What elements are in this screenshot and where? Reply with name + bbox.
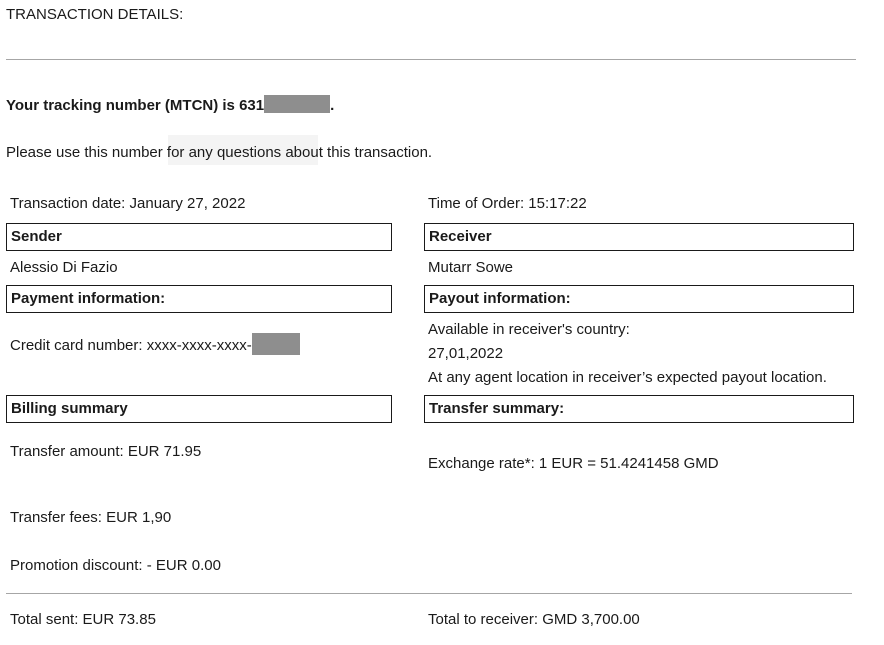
- top-divider: [6, 59, 856, 60]
- tracking-note: Please use this number for any questions…: [6, 144, 433, 161]
- tracking-redaction: [264, 95, 331, 113]
- receiver-header: Receiver: [424, 223, 854, 251]
- payout-date: 27,01,2022: [428, 345, 504, 362]
- credit-card-number: Credit card number: xxxx-xxxx-xxxx-: [10, 333, 300, 355]
- transfer-amount: Transfer amount: EUR 71.95: [10, 443, 202, 460]
- page-heading: TRANSACTION DETAILS:: [6, 6, 184, 23]
- payout-location: At any agent location in receiver’s expe…: [428, 369, 827, 386]
- tracking-prefix: Your tracking number (MTCN) is 631: [6, 97, 265, 114]
- promotion-discount: Promotion discount: - EUR 0.00: [10, 557, 221, 574]
- time-of-order: Time of Order: 15:17:22: [428, 195, 587, 212]
- sender-name: Alessio Di Fazio: [10, 259, 118, 276]
- transfer-fees: Transfer fees: EUR 1,90: [10, 509, 172, 526]
- payout-info-header: Payout information:: [424, 285, 854, 313]
- payout-availability: Available in receiver's country:: [428, 321, 630, 338]
- transaction-date: Transaction date: January 27, 2022: [10, 195, 246, 212]
- tracking-suffix: .: [330, 97, 335, 114]
- receiver-name: Mutarr Sowe: [428, 259, 514, 276]
- total-sent: Total sent: EUR 73.85: [10, 611, 156, 628]
- transfer-summary-header: Transfer summary:: [424, 395, 854, 423]
- card-prefix: Credit card number: xxxx-xxxx-xxxx-: [10, 337, 252, 354]
- total-to-receiver: Total to receiver: GMD 3,700.00: [428, 611, 640, 628]
- exchange-rate: Exchange rate*: 1 EUR = 51.4241458 GMD: [428, 455, 719, 472]
- card-redaction: [251, 333, 300, 355]
- billing-summary-header: Billing summary: [6, 395, 392, 423]
- payment-info-header: Payment information:: [6, 285, 392, 313]
- tracking-number-line: Your tracking number (MTCN) is 631.: [6, 95, 334, 114]
- sender-header: Sender: [6, 223, 392, 251]
- bottom-divider: [6, 593, 852, 594]
